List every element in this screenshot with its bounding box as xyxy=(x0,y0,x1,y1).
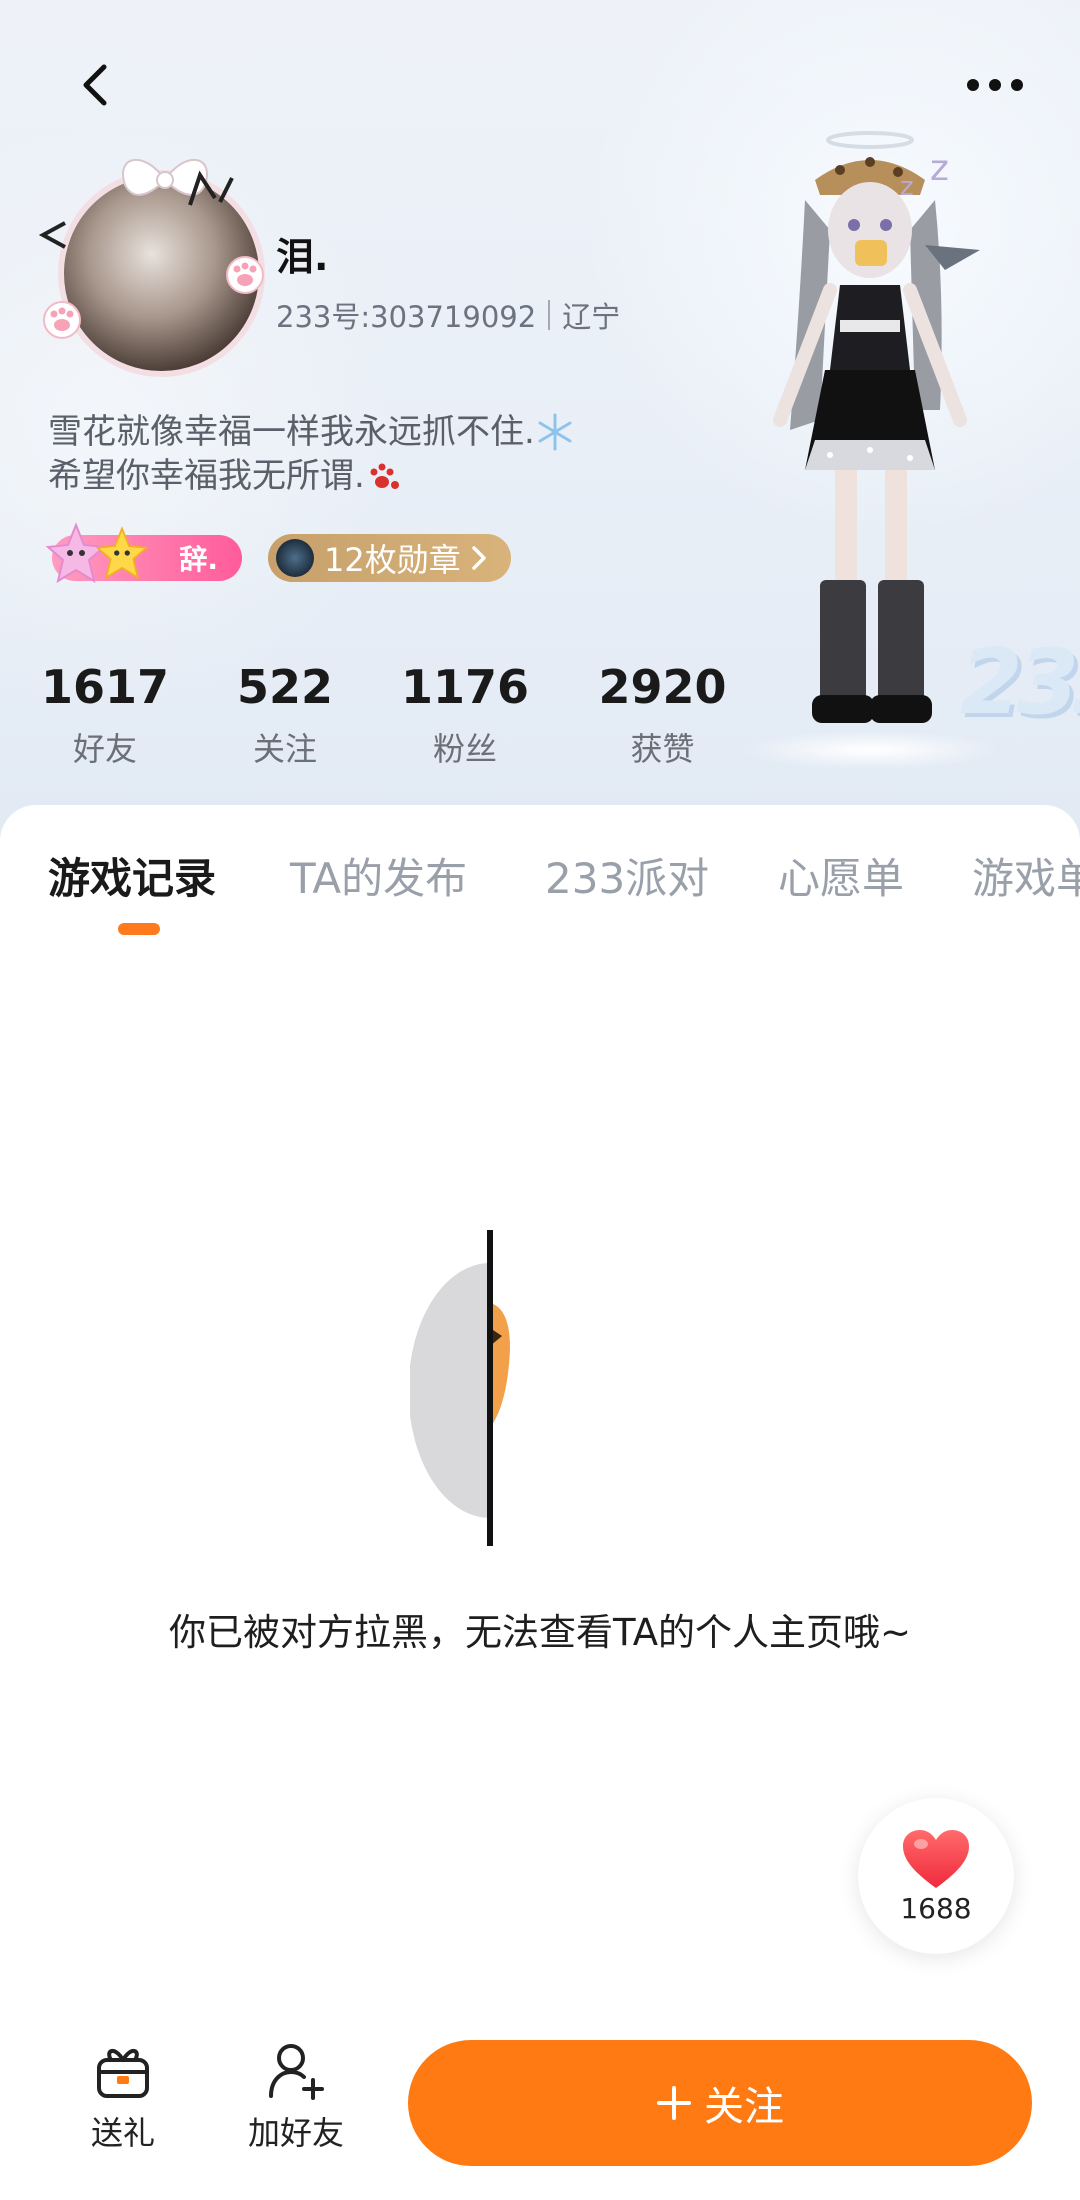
stat-friends[interactable]: 1617 好友 xyxy=(40,660,170,770)
tab-bar: 游戏记录 TA的发布 233派对 心愿单 游戏单 xyxy=(0,845,1080,945)
tab-indicator xyxy=(118,923,160,935)
svg-text:z: z xyxy=(930,148,949,189)
location: 辽宁 xyxy=(562,300,621,334)
paw-icon xyxy=(226,256,264,294)
follow-label: 关注 xyxy=(704,2084,784,2130)
like-button[interactable]: 1688 xyxy=(858,1798,1014,1954)
cat-whisker-decoration-icon xyxy=(38,221,66,249)
stat-label: 关注 xyxy=(252,730,317,768)
back-button[interactable] xyxy=(60,50,130,120)
name-tag-badge[interactable]: 辞. xyxy=(45,522,242,584)
stat-following[interactable]: 522 关注 xyxy=(220,660,350,770)
snowflake-icon xyxy=(538,413,572,451)
stat-label: 粉丝 xyxy=(432,730,497,768)
plus-icon xyxy=(657,2086,691,2120)
avatar[interactable] xyxy=(30,145,270,377)
more-horizontal-icon xyxy=(967,79,1023,91)
chevron-right-icon xyxy=(471,546,486,570)
paw-icon xyxy=(43,301,81,339)
follow-button[interactable]: 关注 xyxy=(408,2040,1032,2166)
divider xyxy=(548,300,551,330)
medal-badge-icon xyxy=(276,539,314,577)
content-card: 游戏记录 TA的发布 233派对 心愿单 游戏单 xyxy=(0,805,1080,2200)
gift-icon xyxy=(97,2049,149,2098)
profile-bio: 雪花就像幸福一样我永远抓不住. 希望你幸福我无所谓. xyxy=(48,410,575,498)
svg-text:z: z xyxy=(900,172,914,202)
star-icon xyxy=(95,526,149,580)
stat-followers[interactable]: 1176 粉丝 xyxy=(400,660,530,770)
stat-label: 好友 xyxy=(72,730,137,768)
tab-233-party[interactable]: 233派对 xyxy=(545,845,709,906)
peeking-character-illustration xyxy=(410,1230,510,1546)
stat-likes[interactable]: 2920 获赞 xyxy=(595,660,730,770)
paw-print-icon xyxy=(370,463,399,489)
bio-line: 希望你幸福我无所谓. xyxy=(48,456,365,496)
profile-meta: 233号:303719092 辽宁 xyxy=(276,294,620,336)
stat-value: 1617 xyxy=(40,660,170,714)
bio-line: 雪花就像幸福一样我永远抓不住. xyxy=(48,412,535,452)
stats-row: 1617 好友 522 关注 1176 粉丝 2920 获赞 xyxy=(0,660,760,780)
tab-wishlist[interactable]: 心愿单 xyxy=(778,845,904,906)
stat-value: 522 xyxy=(236,660,334,714)
heart-icon xyxy=(903,1829,969,1888)
medal-button[interactable]: 12枚勋章 xyxy=(268,534,511,582)
tab-game-record[interactable]: 游戏记录 xyxy=(48,845,216,906)
blocked-message: 你已被对方拉黑，无法查看TA的个人主页哦~ xyxy=(168,1611,912,1654)
233-logo-badge: 233 xyxy=(960,630,1080,735)
stat-value: 2920 xyxy=(598,660,727,714)
chevron-left-icon xyxy=(83,64,107,106)
add-friend-label: 加好友 xyxy=(247,2114,344,2152)
tab-game-list[interactable]: 游戏单 xyxy=(972,845,1080,906)
cat-ear-decoration-icon xyxy=(188,170,234,206)
medal-label: 12枚勋章 xyxy=(324,541,461,579)
stat-label: 获赞 xyxy=(630,730,695,768)
gift-label: 送礼 xyxy=(90,2114,155,2152)
name-tag-label: 辞. xyxy=(179,543,218,576)
like-count: 1688 xyxy=(900,1891,972,1925)
gift-button[interactable]: 送礼 xyxy=(63,2040,183,2154)
profile-name: 泪. xyxy=(276,235,329,279)
add-friend-button[interactable]: 加好友 xyxy=(236,2040,356,2154)
bottom-action-bar: 送礼 加好友 关注 xyxy=(0,2010,1080,2200)
stat-value: 1176 xyxy=(400,660,530,714)
more-options-button[interactable] xyxy=(950,50,1040,120)
tag-row: 辞. 12枚勋章 xyxy=(45,522,511,586)
user-id[interactable]: 233号:303719092 xyxy=(276,294,536,336)
add-friend-icon xyxy=(269,2044,324,2100)
tab-ta-posts[interactable]: TA的发布 xyxy=(290,845,467,906)
